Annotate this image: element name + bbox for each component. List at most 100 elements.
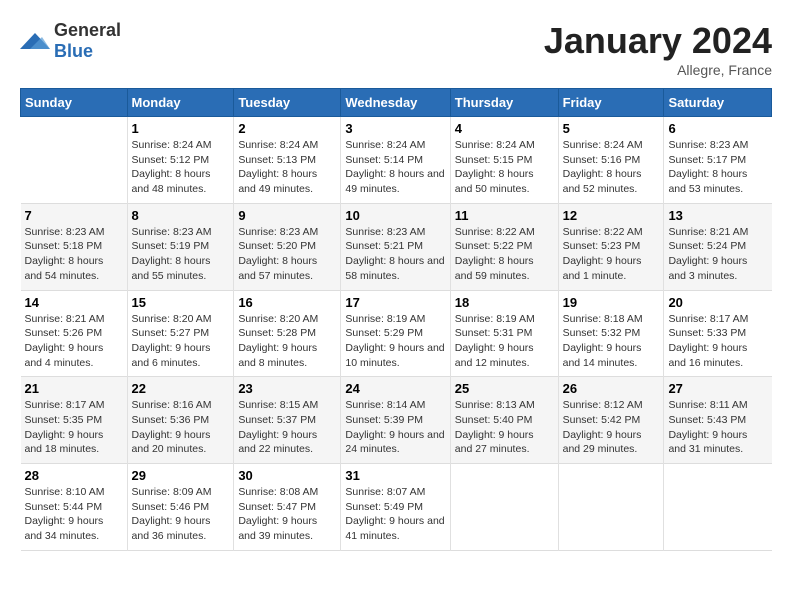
calendar-week-row: 1 Sunrise: 8:24 AM Sunset: 5:12 PM Daylig… [21,117,772,204]
day-info: Sunrise: 8:08 AM Sunset: 5:47 PM Dayligh… [238,485,336,544]
day-number: 24 [345,381,445,396]
logo-blue: Blue [54,41,93,61]
day-info: Sunrise: 8:24 AM Sunset: 5:16 PM Dayligh… [563,138,660,197]
day-info: Sunrise: 8:22 AM Sunset: 5:23 PM Dayligh… [563,225,660,284]
day-number: 31 [345,468,445,483]
day-info: Sunrise: 8:10 AM Sunset: 5:44 PM Dayligh… [25,485,123,544]
calendar-cell: 10 Sunrise: 8:23 AM Sunset: 5:21 PM Dayli… [341,203,450,290]
day-number: 30 [238,468,336,483]
day-info: Sunrise: 8:19 AM Sunset: 5:31 PM Dayligh… [455,312,554,371]
day-info: Sunrise: 8:17 AM Sunset: 5:35 PM Dayligh… [25,398,123,457]
calendar-cell: 28 Sunrise: 8:10 AM Sunset: 5:44 PM Dayli… [21,464,128,551]
header-row: SundayMondayTuesdayWednesdayThursdayFrid… [21,89,772,117]
day-number: 25 [455,381,554,396]
day-info: Sunrise: 8:23 AM Sunset: 5:17 PM Dayligh… [668,138,767,197]
day-info: Sunrise: 8:23 AM Sunset: 5:18 PM Dayligh… [25,225,123,284]
calendar-cell: 20Sunrise: 8:17 AM Sunset: 5:33 PM Dayli… [664,290,772,377]
day-number: 7 [25,208,123,223]
day-info: Sunrise: 8:21 AM Sunset: 5:26 PM Dayligh… [25,312,123,371]
day-number: 19 [563,295,660,310]
weekday-header: Wednesday [341,89,450,117]
logo-icon [20,29,50,53]
day-info: Sunrise: 8:20 AM Sunset: 5:28 PM Dayligh… [238,312,336,371]
day-info: Sunrise: 8:23 AM Sunset: 5:21 PM Dayligh… [345,225,445,284]
calendar-cell: 9Sunrise: 8:23 AM Sunset: 5:20 PM Daylig… [234,203,341,290]
location: Allegre, France [544,62,772,78]
month-title: January 2024 [544,20,772,62]
calendar-cell: 25 Sunrise: 8:13 AM Sunset: 5:40 PM Dayli… [450,377,558,464]
day-info: Sunrise: 8:14 AM Sunset: 5:39 PM Dayligh… [345,398,445,457]
calendar-week-row: 14 Sunrise: 8:21 AM Sunset: 5:26 PM Dayli… [21,290,772,377]
day-info: Sunrise: 8:23 AM Sunset: 5:19 PM Dayligh… [132,225,230,284]
day-info: Sunrise: 8:21 AM Sunset: 5:24 PM Dayligh… [668,225,767,284]
day-number: 11 [455,208,554,223]
day-info: Sunrise: 8:12 AM Sunset: 5:42 PM Dayligh… [563,398,660,457]
day-number: 8 [132,208,230,223]
day-number: 17 [345,295,445,310]
calendar-cell: 24 Sunrise: 8:14 AM Sunset: 5:39 PM Dayli… [341,377,450,464]
weekday-header: Sunday [21,89,128,117]
day-number: 16 [238,295,336,310]
day-number: 21 [25,381,123,396]
day-number: 4 [455,121,554,136]
weekday-header: Thursday [450,89,558,117]
day-number: 26 [563,381,660,396]
calendar-cell: 6 Sunrise: 8:23 AM Sunset: 5:17 PM Daylig… [664,117,772,204]
weekday-header: Friday [558,89,664,117]
day-number: 20 [668,295,767,310]
day-number: 15 [132,295,230,310]
day-number: 5 [563,121,660,136]
calendar-cell: 15 Sunrise: 8:20 AM Sunset: 5:27 PM Dayli… [127,290,234,377]
calendar-cell: 2 Sunrise: 8:24 AM Sunset: 5:13 PM Daylig… [234,117,341,204]
title-block: January 2024 Allegre, France [544,20,772,78]
day-number: 6 [668,121,767,136]
calendar-week-row: 7 Sunrise: 8:23 AM Sunset: 5:18 PM Daylig… [21,203,772,290]
calendar-cell: 26 Sunrise: 8:12 AM Sunset: 5:42 PM Dayli… [558,377,664,464]
day-info: Sunrise: 8:13 AM Sunset: 5:40 PM Dayligh… [455,398,554,457]
day-info: Sunrise: 8:19 AM Sunset: 5:29 PM Dayligh… [345,312,445,371]
day-info: Sunrise: 8:24 AM Sunset: 5:12 PM Dayligh… [132,138,230,197]
calendar-cell: 13Sunrise: 8:21 AM Sunset: 5:24 PM Dayli… [664,203,772,290]
logo-general: General [54,20,121,40]
calendar-cell: 3Sunrise: 8:24 AM Sunset: 5:14 PM Daylig… [341,117,450,204]
calendar-cell: 4 Sunrise: 8:24 AM Sunset: 5:15 PM Daylig… [450,117,558,204]
day-number: 29 [132,468,230,483]
weekday-header: Saturday [664,89,772,117]
weekday-header: Tuesday [234,89,341,117]
calendar-cell: 23Sunrise: 8:15 AM Sunset: 5:37 PM Dayli… [234,377,341,464]
day-info: Sunrise: 8:24 AM Sunset: 5:13 PM Dayligh… [238,138,336,197]
calendar-cell: 1 Sunrise: 8:24 AM Sunset: 5:12 PM Daylig… [127,117,234,204]
calendar-cell: 11Sunrise: 8:22 AM Sunset: 5:22 PM Dayli… [450,203,558,290]
day-info: Sunrise: 8:20 AM Sunset: 5:27 PM Dayligh… [132,312,230,371]
calendar-cell [664,464,772,551]
calendar-cell: 8 Sunrise: 8:23 AM Sunset: 5:19 PM Daylig… [127,203,234,290]
day-number: 10 [345,208,445,223]
calendar-cell: 31Sunrise: 8:07 AM Sunset: 5:49 PM Dayli… [341,464,450,551]
calendar-cell: 30 Sunrise: 8:08 AM Sunset: 5:47 PM Dayli… [234,464,341,551]
calendar-cell: 27Sunrise: 8:11 AM Sunset: 5:43 PM Dayli… [664,377,772,464]
day-number: 1 [132,121,230,136]
day-number: 2 [238,121,336,136]
day-number: 23 [238,381,336,396]
calendar-cell: 17 Sunrise: 8:19 AM Sunset: 5:29 PM Dayli… [341,290,450,377]
calendar-cell: 12 Sunrise: 8:22 AM Sunset: 5:23 PM Dayli… [558,203,664,290]
day-number: 28 [25,468,123,483]
day-number: 12 [563,208,660,223]
calendar-week-row: 21 Sunrise: 8:17 AM Sunset: 5:35 PM Dayli… [21,377,772,464]
day-number: 27 [668,381,767,396]
calendar-cell: 7 Sunrise: 8:23 AM Sunset: 5:18 PM Daylig… [21,203,128,290]
day-number: 22 [132,381,230,396]
day-info: Sunrise: 8:23 AM Sunset: 5:20 PM Dayligh… [238,225,336,284]
day-info: Sunrise: 8:24 AM Sunset: 5:15 PM Dayligh… [455,138,554,197]
day-info: Sunrise: 8:09 AM Sunset: 5:46 PM Dayligh… [132,485,230,544]
day-number: 14 [25,295,123,310]
day-number: 18 [455,295,554,310]
calendar-cell: 18 Sunrise: 8:19 AM Sunset: 5:31 PM Dayli… [450,290,558,377]
page-header: General Blue January 2024 Allegre, Franc… [20,20,772,78]
calendar-cell: 22Sunrise: 8:16 AM Sunset: 5:36 PM Dayli… [127,377,234,464]
weekday-header: Monday [127,89,234,117]
calendar-cell: 21 Sunrise: 8:17 AM Sunset: 5:35 PM Dayli… [21,377,128,464]
calendar-cell: 14 Sunrise: 8:21 AM Sunset: 5:26 PM Dayli… [21,290,128,377]
day-info: Sunrise: 8:18 AM Sunset: 5:32 PM Dayligh… [563,312,660,371]
calendar-cell [450,464,558,551]
